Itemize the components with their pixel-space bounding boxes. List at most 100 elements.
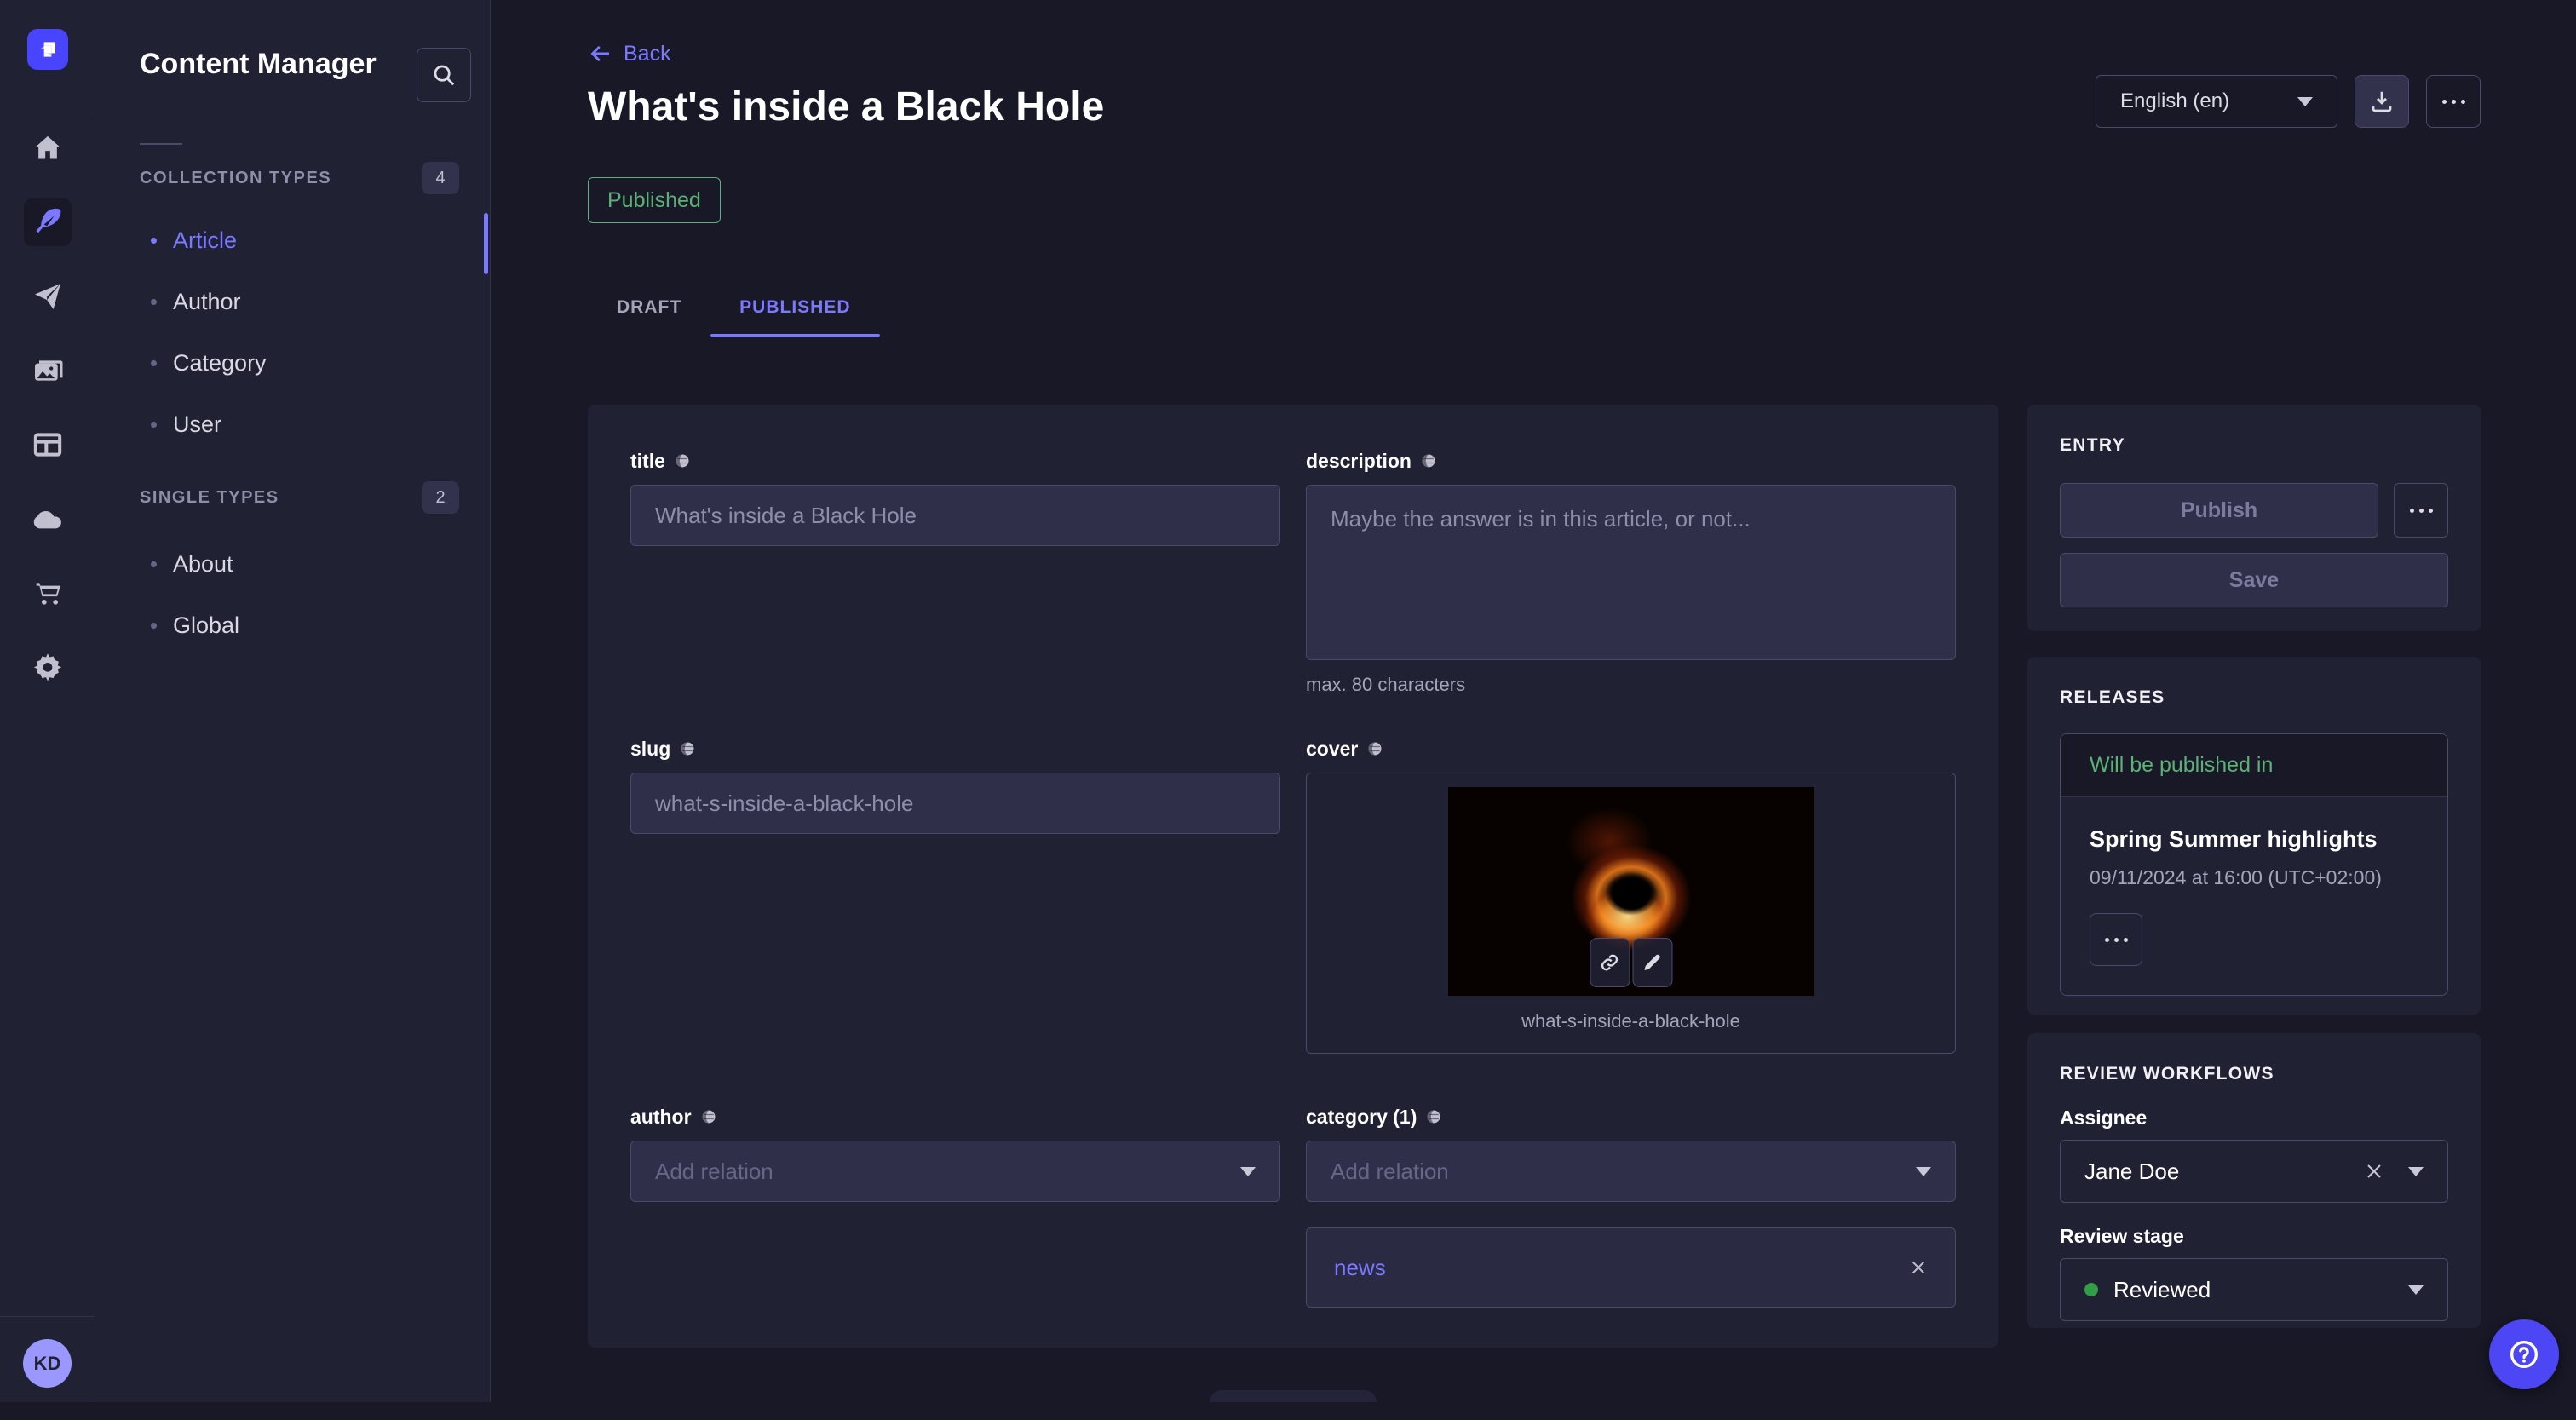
field-label-author: author xyxy=(630,1105,1280,1129)
field-label-text: slug xyxy=(630,738,670,761)
release-card: Will be published in Spring Summer highl… xyxy=(2060,733,2448,996)
release-status: Will be published in xyxy=(2061,734,2447,797)
subnav-divider xyxy=(140,143,182,145)
strapi-logo-icon xyxy=(37,38,59,60)
description-textarea[interactable]: Maybe the answer is in this article, or … xyxy=(1306,485,1956,660)
layout-icon[interactable] xyxy=(24,421,72,469)
settings-gear-icon[interactable] xyxy=(24,643,72,691)
description-hint: max. 80 characters xyxy=(1306,674,1956,696)
category-relation-select[interactable]: Add relation xyxy=(1306,1141,1956,1202)
single-types-header: SINGLE TYPES 2 xyxy=(140,481,459,514)
assignee-select[interactable]: Jane Doe xyxy=(2060,1140,2448,1203)
sidebar-item-label: Category xyxy=(173,350,267,377)
sidebar-item-label: Article xyxy=(173,227,237,254)
question-mark-icon xyxy=(2506,1337,2542,1372)
entry-form-card: title What's inside a Black Hole descrip… xyxy=(588,405,1998,1348)
globe-icon xyxy=(1366,740,1383,757)
search-button[interactable] xyxy=(417,48,471,102)
save-button[interactable]: Save xyxy=(2060,553,2448,607)
send-plane-icon[interactable] xyxy=(24,273,72,320)
field-label-title: title xyxy=(630,449,1280,473)
stage-status-dot xyxy=(2084,1283,2098,1296)
chevron-down-icon xyxy=(1240,1167,1256,1176)
stage-value: Reviewed xyxy=(2113,1277,2211,1303)
globe-icon xyxy=(700,1108,717,1125)
publish-button[interactable]: Publish xyxy=(2060,483,2378,538)
content-manager-feather-icon[interactable] xyxy=(24,198,72,246)
field-label-cover: cover xyxy=(1306,737,1956,761)
sidebar-item-author[interactable]: Author xyxy=(95,271,491,332)
author-relation-select[interactable]: Add relation xyxy=(630,1141,1280,1202)
field-label-text: cover xyxy=(1306,738,1358,761)
field-label-text: description xyxy=(1306,450,1412,473)
entry-panel-title: ENTRY xyxy=(2060,435,2448,456)
group-label: SINGLE TYPES xyxy=(140,488,279,508)
user-avatar[interactable]: KD xyxy=(23,1339,72,1388)
related-category-link[interactable]: news xyxy=(1334,1255,1386,1281)
tab-draft[interactable]: DRAFT xyxy=(588,281,710,334)
link-icon xyxy=(1599,951,1621,974)
globe-icon xyxy=(1425,1108,1442,1125)
field-label-slug: slug xyxy=(630,737,1280,761)
field-author: author Add relation xyxy=(630,1105,1280,1202)
header-more-button[interactable] xyxy=(2426,75,2481,128)
bottom-partial-panel xyxy=(1210,1390,1377,1402)
strapi-logo[interactable] xyxy=(27,29,68,70)
main-nav-rail: KD xyxy=(0,0,95,1402)
entry-more-button[interactable] xyxy=(2394,483,2448,538)
single-types-count-badge: 2 xyxy=(422,481,459,514)
sidebar-item-about[interactable]: About xyxy=(95,533,491,595)
field-slug: slug what-s-inside-a-black-hole xyxy=(630,737,1280,834)
globe-icon xyxy=(1420,452,1437,469)
bullet-icon xyxy=(151,422,157,428)
copy-link-button[interactable] xyxy=(1590,938,1630,987)
media-library-icon[interactable] xyxy=(24,347,72,394)
edit-cover-button[interactable] xyxy=(1632,938,1672,987)
field-label-text: category (1) xyxy=(1306,1106,1417,1129)
header-controls: English (en) xyxy=(2096,75,2481,128)
sidebar-item-user[interactable]: User xyxy=(95,394,491,455)
sidebar-item-label: Global xyxy=(173,612,239,639)
bullet-icon xyxy=(151,360,157,366)
entry-panel: ENTRY Publish Save xyxy=(2027,405,2481,631)
release-more-button[interactable] xyxy=(2090,913,2142,966)
tab-published[interactable]: PUBLISHED xyxy=(710,281,879,334)
status-badge: Published xyxy=(588,177,721,223)
collection-types-header: COLLECTION TYPES 4 xyxy=(140,162,459,194)
title-input[interactable]: What's inside a Black Hole xyxy=(630,485,1280,546)
slug-input[interactable]: what-s-inside-a-black-hole xyxy=(630,773,1280,834)
remove-relation-x-icon[interactable] xyxy=(1909,1258,1928,1277)
search-icon xyxy=(431,62,457,88)
relation-placeholder: Add relation xyxy=(1331,1158,1449,1185)
subnav-scrollbar-thumb[interactable] xyxy=(484,213,488,274)
sidebar-item-category[interactable]: Category xyxy=(95,332,491,394)
main-content: Back What's inside a Black Hole Publishe… xyxy=(491,0,2576,1402)
marketplace-cart-icon[interactable] xyxy=(24,569,72,617)
more-icon xyxy=(2105,938,2128,942)
sidebar-item-label: About xyxy=(173,551,233,578)
sidebar-item-article[interactable]: Article xyxy=(95,210,491,271)
globe-icon xyxy=(674,452,691,469)
language-select[interactable]: English (en) xyxy=(2096,75,2337,128)
release-name: Spring Summer highlights xyxy=(2090,826,2418,853)
right-sidebar: ENTRY Publish Save RELEASES Will be publ… xyxy=(2027,405,2481,1328)
bullet-icon xyxy=(151,238,157,244)
field-label-category: category (1) xyxy=(1306,1105,1956,1129)
version-tabs: DRAFT PUBLISHED xyxy=(588,281,880,334)
field-label-text: title xyxy=(630,450,665,473)
bullet-icon xyxy=(151,623,157,629)
home-icon[interactable] xyxy=(24,124,72,172)
releases-panel: RELEASES Will be published in Spring Sum… xyxy=(2027,657,2481,1015)
sidebar-item-label: User xyxy=(173,411,221,438)
field-category: category (1) Add relation news xyxy=(1306,1105,1956,1420)
clear-assignee-x-icon[interactable] xyxy=(2364,1161,2384,1181)
sidebar-item-global[interactable]: Global xyxy=(95,595,491,656)
cover-asset-card: what-s-inside-a-black-hole xyxy=(1306,773,1956,1054)
help-button[interactable] xyxy=(2489,1319,2559,1389)
chevron-down-icon xyxy=(2408,1285,2424,1295)
cover-caption: what-s-inside-a-black-hole xyxy=(1307,1010,1955,1032)
export-button[interactable] xyxy=(2355,75,2409,128)
review-stage-select[interactable]: Reviewed xyxy=(2060,1258,2448,1321)
back-link[interactable]: Back xyxy=(588,41,671,66)
cloud-icon[interactable] xyxy=(24,495,72,543)
